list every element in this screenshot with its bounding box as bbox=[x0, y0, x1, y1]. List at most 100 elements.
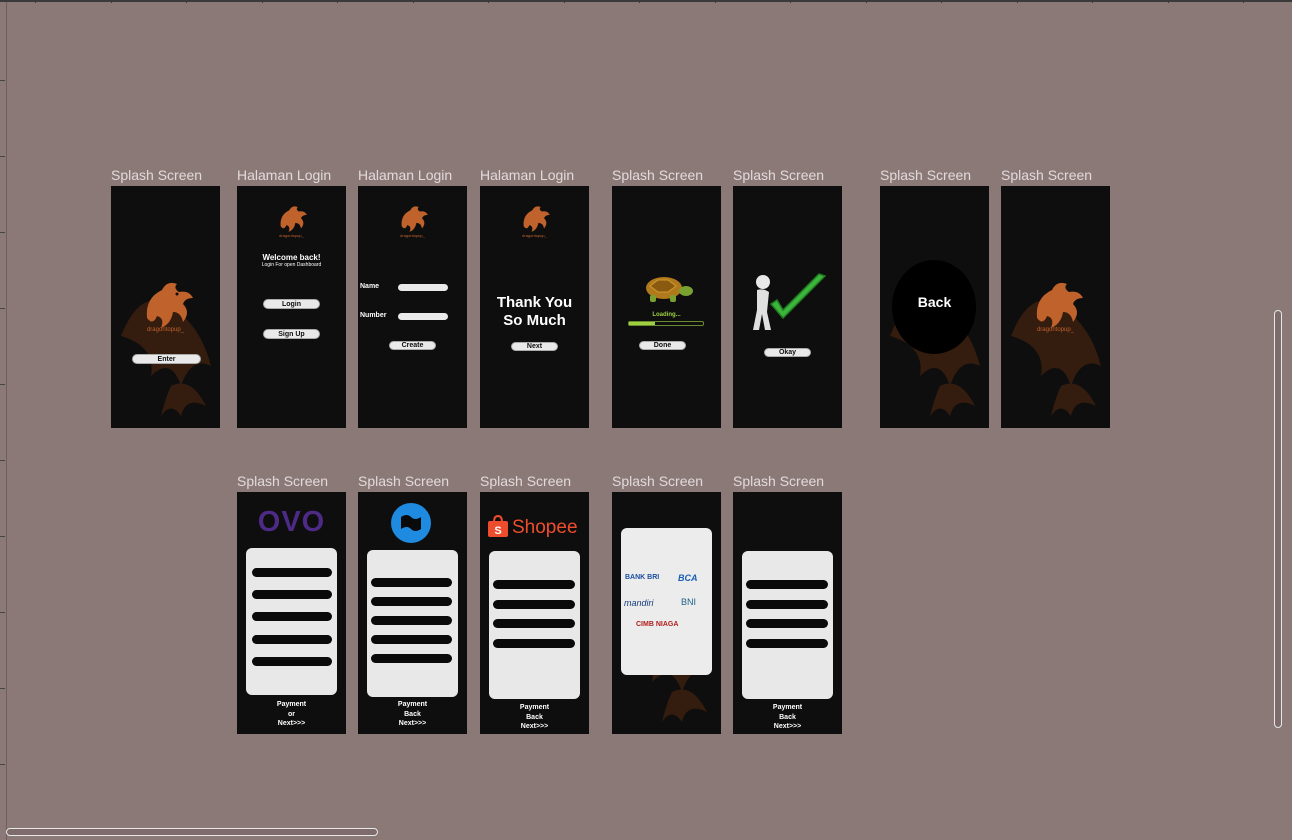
payment-option-bar[interactable] bbox=[746, 580, 828, 589]
okay-button[interactable]: Okay bbox=[764, 348, 811, 357]
payment-option-bar[interactable] bbox=[493, 580, 575, 589]
next-link[interactable]: Next>>> bbox=[237, 719, 346, 729]
ruler-tick bbox=[0, 460, 5, 461]
payment-option-bar[interactable] bbox=[252, 635, 332, 644]
brand-text: dragontopup_ bbox=[400, 233, 425, 238]
payment-option-bar[interactable] bbox=[252, 590, 332, 599]
ruler-tick bbox=[639, 0, 640, 3]
frame-label[interactable]: Halaman Login bbox=[480, 167, 574, 183]
payment-option-bar[interactable] bbox=[371, 578, 452, 587]
loading-progress-fill bbox=[629, 322, 655, 325]
name-input[interactable] bbox=[398, 284, 448, 291]
bank-card: BANK BRI BCA mandiri BNI CIMB NIAGA bbox=[621, 528, 712, 675]
payment-option-bar[interactable] bbox=[371, 616, 452, 625]
payment-option-bar[interactable] bbox=[252, 568, 332, 577]
frame-label[interactable]: Splash Screen bbox=[111, 167, 202, 183]
next-link[interactable]: Next>>> bbox=[733, 722, 842, 732]
vertical-scrollbar[interactable] bbox=[1274, 310, 1282, 728]
payment-option-bar[interactable] bbox=[371, 597, 452, 606]
payment-option-bar[interactable] bbox=[493, 600, 575, 609]
payment-text: Payment bbox=[276, 701, 307, 708]
horizontal-scrollbar[interactable] bbox=[6, 828, 378, 836]
payment-option-bar[interactable] bbox=[746, 600, 828, 609]
enter-button[interactable]: Enter bbox=[132, 354, 201, 364]
ruler-tick bbox=[715, 0, 716, 3]
ruler-tick bbox=[413, 0, 414, 3]
ruler-tick bbox=[0, 612, 5, 613]
login-form-frame[interactable]: dragontopup_ Name Number Create bbox=[358, 186, 467, 428]
ruler-tick bbox=[1092, 0, 1093, 3]
brand-text: dragontopup_ bbox=[279, 233, 304, 238]
cimb-niaga-logo[interactable]: CIMB NIAGA bbox=[636, 621, 678, 628]
dana-logo-icon bbox=[391, 503, 431, 543]
next-link[interactable]: Next>>> bbox=[480, 722, 589, 732]
ruler-tick bbox=[866, 0, 867, 3]
payment-option-bar[interactable] bbox=[746, 619, 828, 628]
payment-card bbox=[742, 551, 833, 699]
login-button[interactable]: Login bbox=[263, 299, 320, 309]
ruler-tick bbox=[0, 688, 5, 689]
turtle-icon bbox=[646, 277, 693, 302]
splash-screen-frame[interactable]: dragontopup_ bbox=[1001, 186, 1110, 428]
number-label: Number bbox=[360, 312, 387, 319]
ruler-tick bbox=[1017, 0, 1018, 3]
shopee-payment-frame[interactable]: S Shopee Payment Back Next>>> bbox=[480, 492, 589, 734]
generic-payment-frame[interactable]: Payment Back Next>>> bbox=[733, 492, 842, 734]
loading-text: Loading... bbox=[652, 312, 681, 318]
frame-label[interactable]: Splash Screen bbox=[733, 167, 824, 183]
loading-progress-bar bbox=[628, 321, 704, 326]
done-button[interactable]: Done bbox=[639, 341, 686, 350]
bni-logo[interactable]: BNI bbox=[681, 597, 696, 607]
payment-text: Payment bbox=[397, 701, 428, 708]
back-text: Back bbox=[917, 294, 952, 310]
success-frame[interactable]: Okay bbox=[733, 186, 842, 428]
payment-option-bar[interactable] bbox=[252, 612, 332, 621]
payment-option-bar[interactable] bbox=[252, 657, 332, 666]
frame-label[interactable]: Splash Screen bbox=[358, 473, 449, 489]
login-screen-frame[interactable]: dragontopup_ Welcome back! Login For ope… bbox=[237, 186, 346, 428]
loading-frame[interactable]: Loading... Done bbox=[612, 186, 721, 428]
bank-payment-frame[interactable]: BANK BRI BCA mandiri BNI CIMB NIAGA bbox=[612, 492, 721, 734]
ruler-tick bbox=[262, 0, 263, 3]
ruler-tick bbox=[0, 384, 5, 385]
payment-option-bar[interactable] bbox=[746, 639, 828, 648]
brand-text: dragontopup_ bbox=[146, 327, 185, 333]
sign-up-button[interactable]: Sign Up bbox=[263, 329, 320, 339]
mandiri-logo[interactable]: mandiri bbox=[624, 598, 654, 608]
frame-label[interactable]: Splash Screen bbox=[612, 473, 703, 489]
ovo-logo: OVO bbox=[257, 506, 326, 538]
ruler-tick bbox=[0, 80, 5, 81]
frame-label[interactable]: Halaman Login bbox=[358, 167, 452, 183]
number-input[interactable] bbox=[398, 313, 448, 320]
ruler-tick bbox=[0, 232, 5, 233]
payment-option-bar[interactable] bbox=[493, 639, 575, 648]
frame-label[interactable]: Splash Screen bbox=[480, 473, 571, 489]
next-button[interactable]: Next bbox=[511, 342, 558, 351]
back-frame[interactable]: Back bbox=[880, 186, 989, 428]
splash-screen-frame[interactable]: dragontopup_ Enter bbox=[111, 186, 220, 428]
frame-label[interactable]: Halaman Login bbox=[237, 167, 331, 183]
payment-option-bar[interactable] bbox=[371, 654, 452, 663]
name-label: Name bbox=[360, 283, 380, 290]
ruler-tick bbox=[0, 156, 5, 157]
ovo-payment-frame[interactable]: OVO Payment or Next>>> bbox=[237, 492, 346, 734]
frame-label[interactable]: Splash Screen bbox=[733, 473, 824, 489]
next-link[interactable]: Next>>> bbox=[358, 719, 467, 729]
ruler-tick bbox=[0, 308, 5, 309]
thank-you-heading-line2: So Much bbox=[503, 312, 566, 329]
thank-you-frame[interactable]: dragontopup_ Thank You So Much Next bbox=[480, 186, 589, 428]
frame-label[interactable]: Splash Screen bbox=[880, 167, 971, 183]
create-button[interactable]: Create bbox=[389, 341, 436, 350]
bca-logo[interactable]: BCA bbox=[678, 573, 698, 583]
frame-label[interactable]: Splash Screen bbox=[612, 167, 703, 183]
bank-bri-logo[interactable]: BANK BRI bbox=[625, 574, 659, 581]
welcome-subtitle: Login For open Dashboard bbox=[261, 262, 322, 268]
brand-text: dragontopup_ bbox=[1036, 327, 1075, 333]
payment-option-bar[interactable] bbox=[371, 635, 452, 644]
payment-option-bar[interactable] bbox=[493, 619, 575, 628]
dana-payment-frame[interactable]: Payment Back Next>>> bbox=[358, 492, 467, 734]
horizontal-ruler bbox=[0, 0, 1292, 2]
frame-label[interactable]: Splash Screen bbox=[1001, 167, 1092, 183]
svg-text:S: S bbox=[494, 525, 501, 537]
frame-label[interactable]: Splash Screen bbox=[237, 473, 328, 489]
